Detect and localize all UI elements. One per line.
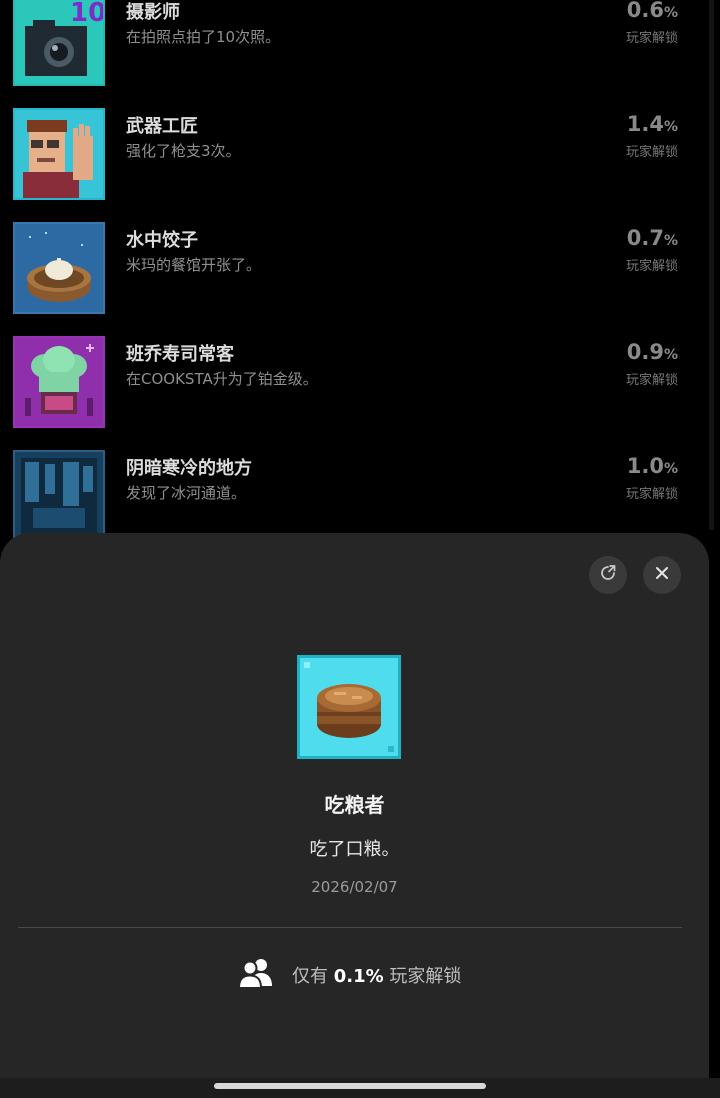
achievement-percent: 1.4%	[627, 112, 678, 136]
unlock-label: 玩家解锁	[625, 487, 678, 502]
unlock-label: 玩家解锁	[625, 145, 678, 160]
scrollbar[interactable]	[709, 0, 714, 530]
achievement-detail-description: 吃了口粮。	[309, 839, 400, 860]
rarity-text: 仅有 0.1% 玩家解锁	[292, 962, 461, 988]
share-button[interactable]	[589, 556, 627, 594]
waving-man-icon	[13, 108, 105, 200]
achievement-title: 摄影师	[126, 2, 180, 23]
rarity-row: 仅有 0.1% 玩家解锁	[237, 957, 461, 993]
camera-icon: 10	[13, 0, 105, 86]
rarity-prefix: 仅有	[292, 966, 334, 987]
people-icon	[237, 957, 274, 993]
percent-unit: %	[663, 347, 678, 363]
rice-bowl-icon	[297, 655, 401, 759]
unlock-label: 玩家解锁	[625, 31, 678, 46]
achievement-title: 武器工匠	[126, 116, 198, 137]
rarity-suffix: 玩家解锁	[383, 966, 462, 987]
achievement-description: 在COOKSTA升为了铂金级。	[126, 370, 318, 388]
achievement-row[interactable]: 班乔寿司常客 在COOKSTA升为了铂金级。 0.9% 玩家解锁	[0, 322, 708, 436]
achievement-description: 在拍照点拍了10次照。	[126, 28, 281, 46]
percent-value: 1.4	[626, 112, 664, 136]
achievement-percent: 1.0%	[627, 454, 678, 478]
percent-unit: %	[663, 5, 678, 21]
percent-value: 1.0	[626, 454, 664, 478]
percent-value: 0.7	[626, 226, 664, 250]
achievement-name: 吃粮者	[324, 793, 385, 817]
unlock-label: 玩家解锁	[625, 373, 678, 388]
percent-value: 0.6	[626, 0, 664, 22]
achievement-row[interactable]: 10 摄影师 在拍照点拍了10次照。 0.6% 玩家解锁	[0, 0, 708, 94]
achievement-title: 阴暗寒冷的地方	[126, 458, 252, 479]
achievement-row[interactable]: 武器工匠 强化了枪支3次。 1.4% 玩家解锁	[0, 94, 708, 208]
chef-hat-icon	[13, 336, 105, 428]
screen: 10 摄影师 在拍照点拍了10次照。 0.6% 玩家解锁 武器工匠 强化了枪支3…	[0, 0, 720, 1098]
close-button[interactable]	[643, 556, 681, 594]
home-indicator[interactable]	[214, 1083, 486, 1089]
unlock-label: 玩家解锁	[625, 259, 678, 274]
achievement-percent: 0.6%	[627, 0, 678, 22]
ice-cave-icon	[13, 450, 105, 542]
share-icon	[599, 564, 617, 586]
percent-unit: %	[663, 119, 678, 135]
divider	[18, 927, 682, 928]
rarity-value: 0.1%	[333, 966, 384, 987]
achievement-description: 米玛的餐馆开张了。	[126, 256, 262, 274]
dumpling-steamer-icon	[13, 222, 105, 314]
unlock-date: 2026/02/07	[311, 878, 398, 896]
achievement-percent: 0.9%	[627, 340, 678, 364]
percent-unit: %	[663, 461, 678, 477]
close-icon	[654, 565, 670, 585]
percent-unit: %	[663, 233, 678, 249]
achievement-percent: 0.7%	[627, 226, 678, 250]
achievement-title: 班乔寿司常客	[126, 344, 234, 365]
achievement-description: 强化了枪支3次。	[126, 142, 241, 160]
achievement-row[interactable]: 水中饺子 米玛的餐馆开张了。 0.7% 玩家解锁	[0, 208, 708, 322]
achievement-detail-sheet: 吃粮者 吃了口粮。 2026/02/07 仅有 0.1% 玩家解锁	[0, 533, 709, 1078]
achievement-title: 水中饺子	[126, 230, 198, 251]
percent-value: 0.9	[626, 340, 664, 364]
achievement-description: 发现了冰河通道。	[126, 484, 247, 502]
svg-text:10: 10	[70, 0, 103, 28]
